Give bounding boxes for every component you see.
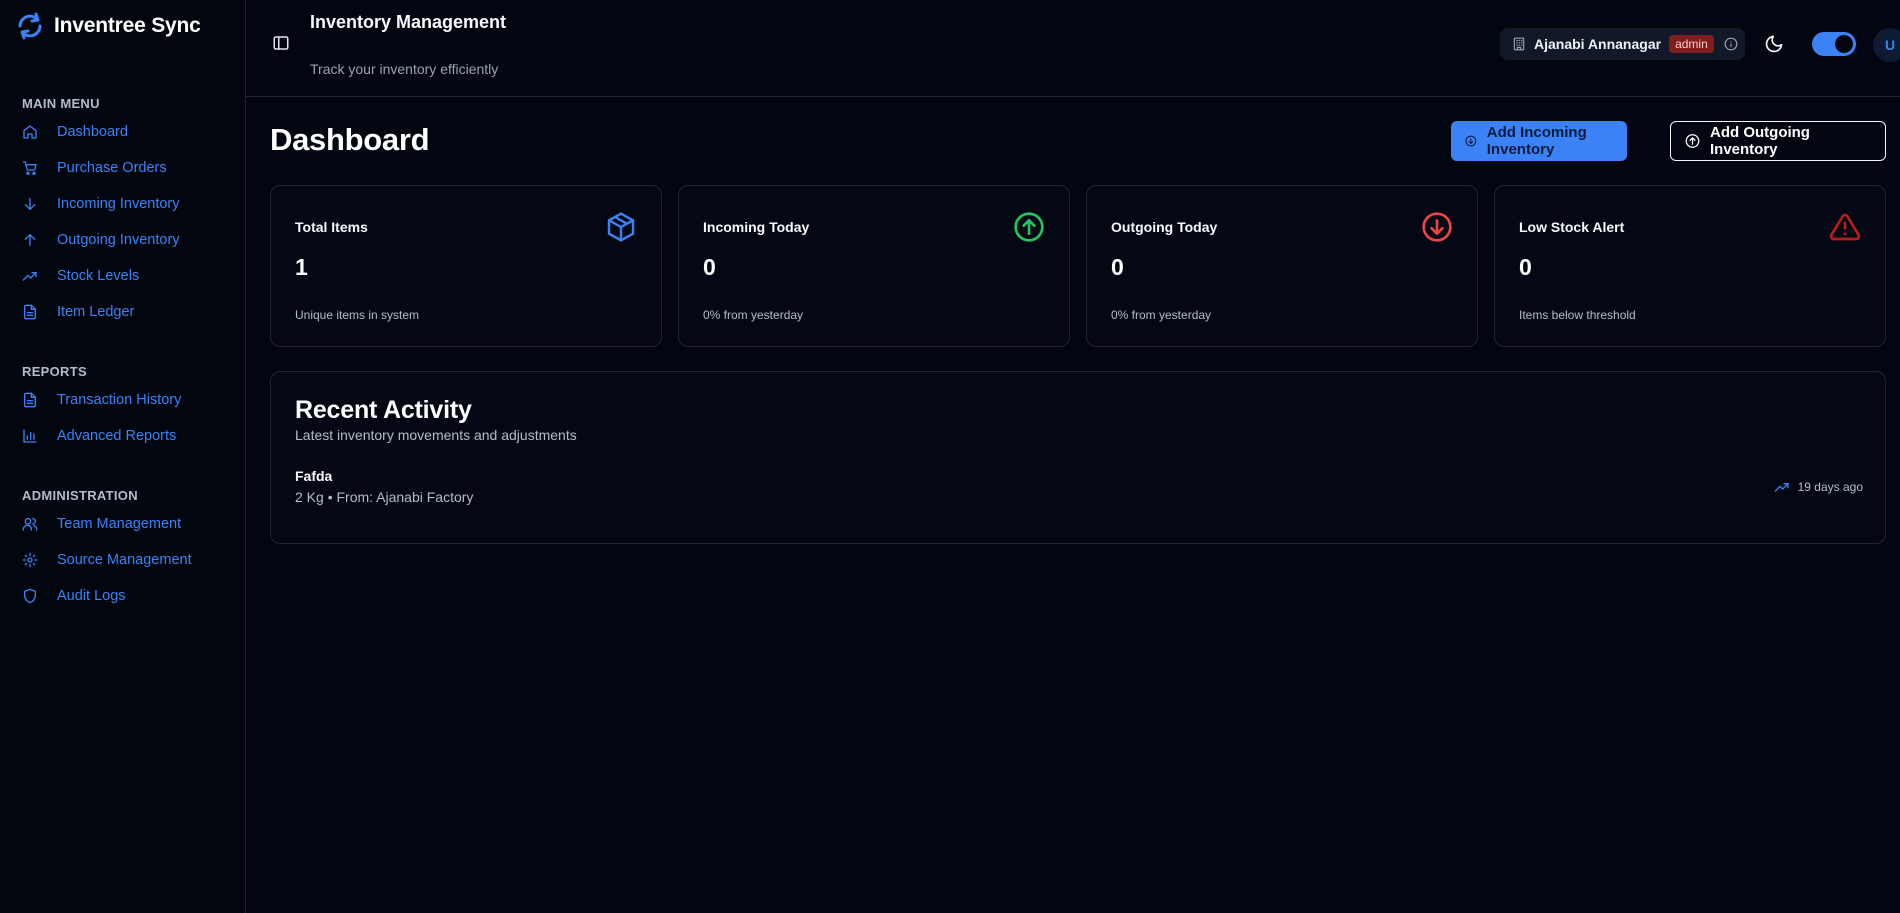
sidebar-item-item-ledger[interactable]: Item Ledger (0, 294, 246, 330)
header-subtitle: Track your inventory efficiently (310, 61, 499, 77)
sidebar-item-outgoing-inventory[interactable]: Outgoing Inventory (0, 222, 246, 258)
nav-heading-reports: REPORTS (22, 364, 87, 379)
add-outgoing-label: Add Outgoing Inventory (1710, 124, 1810, 158)
arrow-down-icon (24, 198, 36, 210)
brand[interactable]: Inventree Sync (14, 10, 201, 42)
trending-up-icon (1774, 483, 1789, 492)
activity-item-detail: 2 Kg • From: Ajanabi Factory (295, 489, 474, 505)
sidebar-item-label: Item Ledger (57, 304, 135, 320)
sidebar-item-label: Audit Logs (57, 588, 126, 604)
nav-section-reports: REPORTS Transaction History Advanced Rep… (0, 362, 246, 454)
sidebar-item-incoming-inventory[interactable]: Incoming Inventory (0, 186, 246, 222)
sidebar-item-label: Advanced Reports (57, 428, 177, 444)
stat-card-outgoing-today: Outgoing Today 0 0% from yesterday (1086, 185, 1478, 347)
top-bar: Inventory Management Track your inventor… (246, 0, 1900, 97)
stat-title: Incoming Today (703, 219, 810, 235)
toggle-knob (1835, 35, 1853, 53)
nav-section-main: MAIN MENU Dashboard Purchase Orders Inco… (0, 94, 246, 330)
sidebar-item-dashboard[interactable]: Dashboard (0, 114, 246, 150)
info-icon[interactable] (1724, 37, 1738, 51)
building-icon (1513, 37, 1525, 51)
stat-title: Outgoing Today (1111, 219, 1218, 235)
sidebar-item-audit-logs[interactable]: Audit Logs (0, 578, 246, 614)
sidebar-item-label: Dashboard (57, 124, 128, 140)
sidebar-toggle-icon[interactable] (272, 34, 290, 52)
stat-foot: Unique items in system (295, 308, 420, 322)
stat-card-low-stock: Low Stock Alert 0 Items below threshold (1494, 185, 1886, 347)
add-outgoing-button[interactable]: Add Outgoing Inventory (1670, 121, 1886, 161)
sidebar-item-stock-levels[interactable]: Stock Levels (0, 258, 246, 294)
sidebar: Inventree Sync MAIN MENU Dashboard Purch… (0, 0, 246, 913)
list-item[interactable]: Fafda 2 Kg • From: Ajanabi Factory 19 da… (295, 468, 1863, 510)
stat-card-total-items: Total Items 1 Unique items in system (270, 185, 662, 347)
nav-heading-main: MAIN MENU (22, 96, 100, 111)
activity-item-name: Fafda (295, 468, 333, 484)
page-title: Dashboard (270, 122, 430, 157)
sidebar-item-source-management[interactable]: Source Management (0, 542, 246, 578)
arrow-up-circle-icon (1685, 134, 1700, 148)
sidebar-item-label: Team Management (57, 516, 182, 532)
stat-title: Low Stock Alert (1519, 219, 1625, 235)
sidebar-item-transaction-history[interactable]: Transaction History (0, 382, 246, 418)
header-title: Inventory Management (310, 12, 507, 32)
store-name: Ajanabi Annanagar (1534, 36, 1662, 52)
app-root: Inventree Sync MAIN MENU Dashboard Purch… (0, 0, 1900, 913)
warning-icon (1829, 213, 1861, 241)
bar-chart-icon (23, 429, 37, 443)
stat-value: 1 (295, 254, 308, 280)
stat-title: Total Items (295, 219, 368, 235)
shield-icon (24, 588, 36, 604)
avatar[interactable]: U (1873, 28, 1900, 62)
add-incoming-button[interactable]: Add Incoming Inventory (1451, 121, 1627, 161)
arrow-up-circle-icon (1014, 212, 1044, 242)
sidebar-item-label: Purchase Orders (57, 160, 167, 176)
file-icon (24, 392, 36, 408)
stat-value: 0 (1519, 254, 1532, 280)
stat-foot: 0% from yesterday (703, 308, 804, 322)
stat-foot: 0% from yesterday (1111, 308, 1212, 322)
activity-item-time: 19 days ago (1774, 479, 1863, 495)
stat-value: 0 (703, 254, 716, 280)
arrow-down-circle-icon (1465, 135, 1477, 147)
store-selector[interactable]: Ajanabi Annanagar admin (1500, 28, 1745, 60)
users-icon (22, 518, 38, 531)
main-content: Inventory Management Track your inventor… (246, 0, 1900, 913)
sidebar-item-label: Stock Levels (57, 268, 140, 284)
moon-icon[interactable] (1764, 34, 1784, 54)
brand-name: Inventree Sync (54, 14, 201, 37)
nav-heading-administration: ADMINISTRATION (22, 488, 138, 503)
nav-section-administration: ADMINISTRATION Team Management Source Ma… (0, 486, 246, 614)
sidebar-item-label: Source Management (57, 552, 192, 568)
sidebar-item-label: Outgoing Inventory (57, 232, 180, 248)
arrow-down-circle-icon (1422, 212, 1452, 242)
stat-cards: Total Items 1 Unique items in system Inc… (270, 185, 1886, 347)
gear-icon (22, 552, 38, 568)
sidebar-item-advanced-reports[interactable]: Advanced Reports (0, 418, 246, 454)
sidebar-item-label: Transaction History (57, 392, 182, 408)
theme-toggle[interactable] (1812, 32, 1856, 56)
sidebar-item-purchase-orders[interactable]: Purchase Orders (0, 150, 246, 186)
trending-up-icon (22, 272, 37, 281)
sync-logo-icon (18, 12, 42, 40)
stat-foot: Items below threshold (1519, 308, 1636, 322)
home-icon (23, 125, 37, 139)
activity-title: Recent Activity (295, 396, 472, 424)
package-icon (607, 212, 635, 242)
activity-time-label: 19 days ago (1797, 480, 1863, 494)
recent-activity-panel: Recent Activity Latest inventory movemen… (270, 371, 1886, 544)
stat-card-incoming-today: Incoming Today 0 0% from yesterday (678, 185, 1070, 347)
sidebar-item-team-management[interactable]: Team Management (0, 506, 246, 542)
file-icon (24, 304, 36, 320)
stat-value: 0 (1111, 254, 1124, 280)
cart-icon (22, 161, 37, 175)
role-badge: admin (1669, 35, 1714, 53)
add-incoming-label: Add Incoming Inventory (1486, 124, 1587, 158)
sidebar-item-label: Incoming Inventory (57, 196, 180, 212)
arrow-up-icon (24, 234, 36, 246)
activity-subtitle: Latest inventory movements and adjustmen… (295, 427, 577, 443)
